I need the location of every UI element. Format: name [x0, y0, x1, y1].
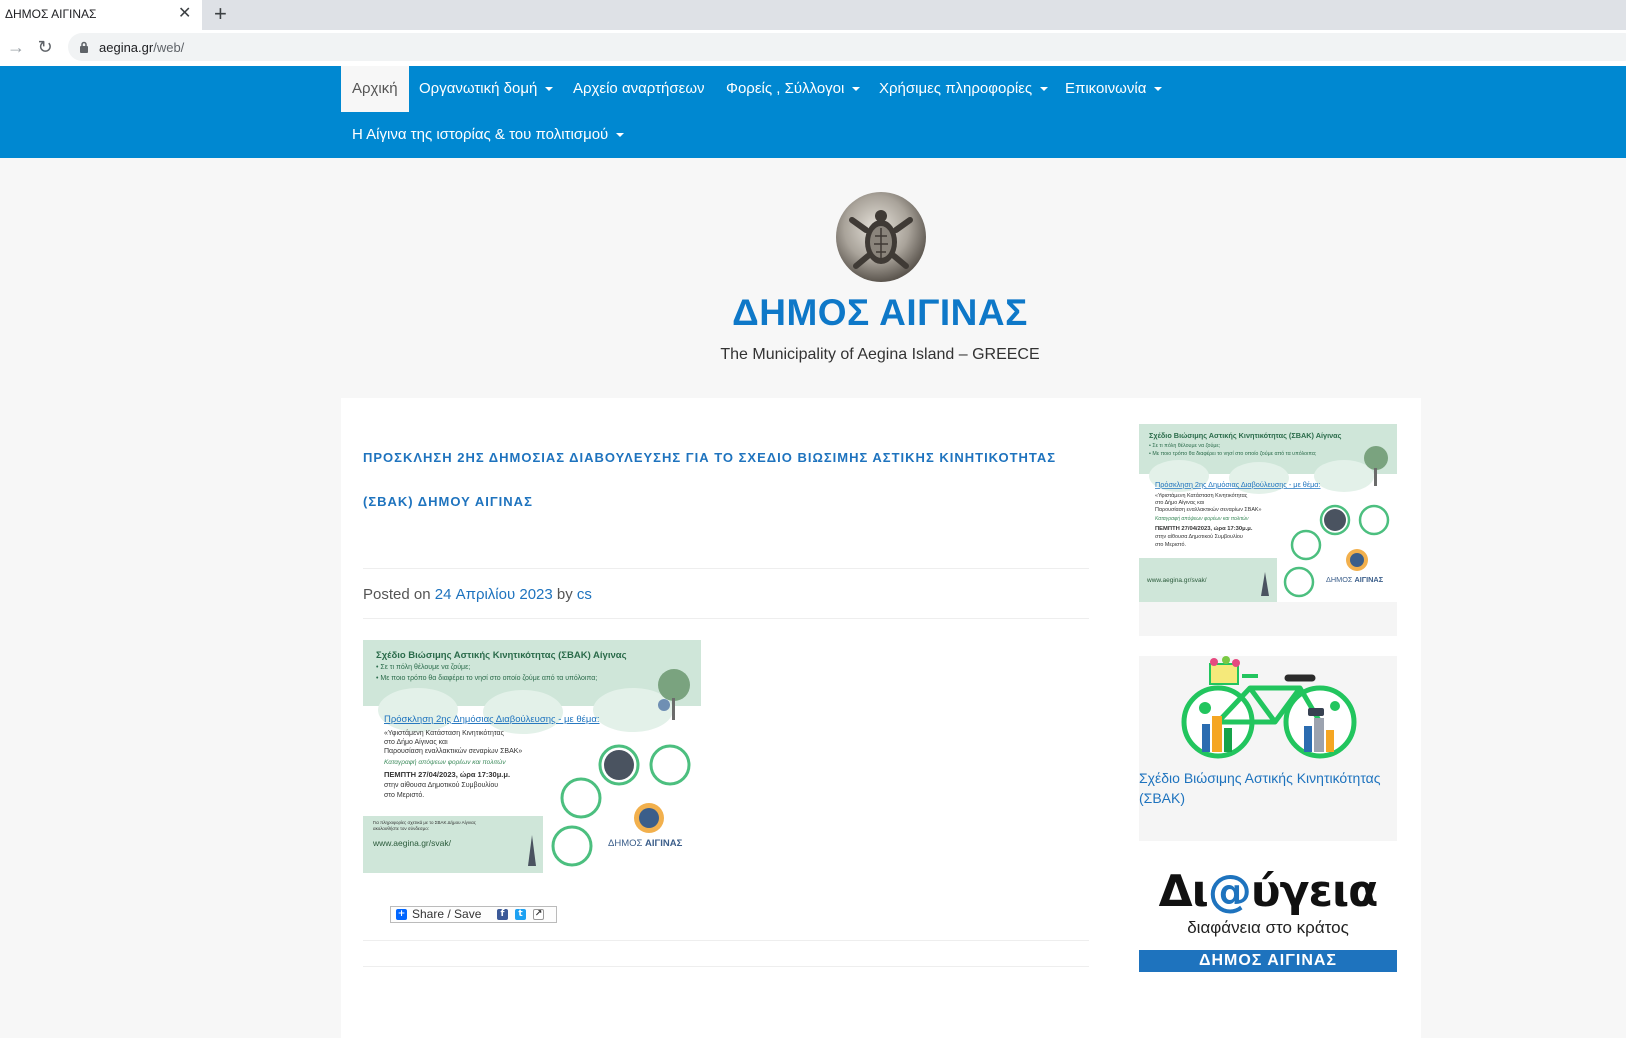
post-title[interactable]: ΠΡΟΣΚΛΗΣΗ 2ης ΔΗΜΟΣΙΑΣ ΔΙΑΒΟΥΛΕΥΣΗΣ ΓΙΑ …	[363, 436, 1103, 524]
post-meta: Posted on 24 Απριλίου 2023 by cs	[363, 586, 592, 603]
nav-item-label: Φορείς , Σύλλογοι	[726, 80, 845, 97]
url-path: /web/	[153, 40, 185, 55]
poster-line: στο Μεριστό.	[384, 791, 424, 799]
poster-bullet: • Σε τι πόλη θέλουμε να ζούμε;	[376, 663, 470, 671]
tab-title: ΔΗΜΟΣ ΑΙΓΙΝΑΣ	[5, 7, 97, 21]
sidebar-poster-brand: ΔΗΜΟΣ ΑΙΓΙΝΑΣ	[1326, 575, 1384, 584]
diavgeia-logo-at: @	[1207, 866, 1252, 917]
post-poster-image[interactable]: Σχέδιο Βιώσιμης Αστικής Κινητικότητας (Σ…	[363, 640, 701, 873]
share-plus-icon: +	[396, 909, 407, 920]
sidebar-poster-line: Καταγραφή απόψεων φορέων και πολιτών	[1155, 515, 1249, 522]
caret-down-icon	[616, 133, 625, 138]
sidebar-poster-image[interactable]: Σχέδιο Βιώσιμης Αστικής Κινητικότητας (Σ…	[1139, 424, 1397, 602]
nav-item-archive[interactable]: Αρχείο αναρτήσεων	[562, 66, 716, 112]
caret-down-icon	[545, 87, 554, 92]
address-bar[interactable]: aegina.gr/web/	[68, 33, 1626, 61]
forward-arrow-icon[interactable]: →	[6, 36, 26, 58]
post-date-link[interactable]: 24 Απριλίου 2023	[435, 586, 553, 603]
site-logo-turtle-coin[interactable]	[834, 190, 928, 284]
new-tab-icon[interactable]: +	[214, 2, 227, 26]
site-title[interactable]: ΔΗΜΟΣ ΑΙΓΙΝΑΣ	[680, 292, 1080, 334]
facebook-icon[interactable]: f	[497, 909, 508, 920]
browser-tabbar: ΔΗΜΟΣ ΑΙΓΙΝΑΣ ✕ +	[0, 0, 1626, 30]
diavgeia-subtitle: διαφάνεια στο κράτος	[1187, 918, 1349, 937]
poster-heading: Σχέδιο Βιώσιμης Αστικής Κινητικότητας (Σ…	[376, 650, 627, 661]
poster-brand: ΔΗΜΟΣ ΑΙΓΙΝΑΣ	[608, 838, 683, 849]
share-label: Share / Save	[412, 907, 482, 921]
sidebar-poster-heading: Σχέδιο Βιώσιμης Αστικής Κινητικότητας (Σ…	[1149, 431, 1342, 440]
caret-down-icon	[852, 87, 861, 92]
poster-line: «Υφιστάμενη Κατάσταση Κινητικότητας	[384, 729, 505, 737]
nav-item-organizations[interactable]: Φορείς , Σύλλογοι	[715, 66, 871, 112]
reload-icon[interactable]: ↻	[35, 36, 55, 58]
nav-item-label: Επικοινωνία	[1065, 80, 1147, 97]
poster-line: στο Δήμο Αίγινας και	[384, 738, 448, 746]
nav-item-history-culture[interactable]: Η Αίγινα της ιστορίας & του πολιτισμού	[341, 112, 635, 158]
sidebar-poster-line: στο Μεριστό.	[1155, 541, 1186, 548]
nav-item-home[interactable]: Αρχική	[341, 66, 409, 112]
poster-line: Παρουσίαση εναλλακτικών σεναρίων ΣΒΑΚ»	[384, 747, 522, 755]
share-save-button[interactable]: + Share / Save f t ↗	[390, 906, 557, 923]
sidebar-poster-invite: Πρόσκληση 2ης Δημόσιας Διαβούλευσης - με…	[1155, 480, 1321, 489]
poster-line: στην αίθουσα Δημοτικού Συμβουλίου	[384, 781, 498, 789]
post-author-link[interactable]: cs	[577, 586, 592, 603]
site-navigation: Αρχική Οργανωτική δομή Αρχείο αναρτήσεων…	[0, 66, 1626, 158]
nav-item-label: Οργανωτική δομή	[419, 80, 538, 97]
close-icon[interactable]: ✕	[178, 4, 191, 24]
poster-bullet: • Με ποιο τρόπο θα διαφέρει το νησί στο …	[376, 674, 597, 682]
diavgeia-logo-part: ύγεια	[1250, 866, 1379, 917]
by-label: by	[556, 586, 573, 603]
sidebar-poster-bullet: • Με ποιο τρόπο θα διαφέρει το νησί στο …	[1149, 450, 1316, 457]
divider	[363, 966, 1089, 967]
sidebar-poster-line: Παρουσίαση εναλλακτικών σεναρίων ΣΒΑΚ»	[1155, 507, 1262, 513]
poster-link: www.aegina.gr/svak/	[372, 838, 452, 848]
svak-bicycle-image[interactable]	[1180, 656, 1360, 762]
nav-item-contact[interactable]: Επικοινωνία	[1054, 66, 1173, 112]
diavgeia-logo-part: Δι	[1158, 866, 1209, 917]
sidebar-poster-line: «Υφιστάμενη Κατάσταση Κινητικότητας	[1155, 492, 1248, 499]
url-domain: aegina.gr	[99, 40, 154, 55]
browser-tab[interactable]: ΔΗΜΟΣ ΑΙΓΙΝΑΣ ✕	[0, 0, 202, 30]
divider	[363, 940, 1089, 941]
diavgeia-banner[interactable]: Δι@ύγεια διαφάνεια στο κράτος ΔΗΜΟΣ ΑΙΓΙ…	[1139, 862, 1397, 972]
sidebar-poster-line: στο Δήμο Αίγινας και	[1155, 499, 1205, 506]
caret-down-icon	[1154, 87, 1163, 92]
poster-line: ΠΕΜΠΤΗ 27/04/2023, ώρα 17:30μ.μ.	[384, 770, 510, 779]
url-text: aegina.gr/web/	[99, 40, 184, 55]
lock-icon	[80, 41, 88, 53]
browser-toolbar: → ↻ aegina.gr/web/	[0, 30, 1626, 67]
diavgeia-logo: Δι@ύγεια	[1139, 866, 1397, 917]
poster-info: Για πληροφορίες σχετικά με το ΣΒΑΚ Δήμου…	[373, 819, 477, 825]
divider	[363, 568, 1089, 569]
divider	[363, 618, 1089, 619]
sidebar-poster-link: www.aegina.gr/svak/	[1146, 577, 1207, 584]
nav-item-useful-info[interactable]: Χρήσιμες πληροφορίες	[868, 66, 1059, 112]
svak-link[interactable]: Σχέδιο Βιώσιμης Αστικής Κινητικότητας (Σ…	[1139, 768, 1397, 808]
caret-down-icon	[1040, 87, 1049, 92]
sidebar-poster-line: ΠΕΜΠΤΗ 27/04/2023, ώρα 17:30μ.μ.	[1155, 526, 1253, 532]
diavgeia-municipality-band: ΔΗΜΟΣ ΑΙΓΙΝΑΣ	[1139, 950, 1397, 972]
nav-item-label: Η Αίγινα της ιστορίας & του πολιτισμού	[352, 126, 609, 143]
twitter-icon[interactable]: t	[515, 909, 526, 920]
posted-on-label: Posted on	[363, 586, 431, 603]
sidebar-poster-bullet: • Σε τι πόλη θέλουμε να ζούμε;	[1149, 442, 1220, 449]
site-tagline: The Municipality of Aegina Island – GREE…	[720, 346, 1040, 363]
nav-item-label: Αρχείο αναρτήσεων	[573, 80, 705, 97]
nav-item-label: Αρχική	[352, 80, 398, 97]
nav-item-label: Χρήσιμες πληροφορίες	[879, 80, 1033, 97]
poster-line: Καταγραφή απόψεων φορέων και πολιτών	[384, 758, 506, 766]
nav-item-organization[interactable]: Οργανωτική δομή	[408, 66, 564, 112]
poster-info: ακολουθήστε τον σύνδεσμο:	[373, 825, 429, 831]
poster-invite: Πρόσκληση 2ης Δημόσιας Διαβούλευσης - με…	[384, 714, 600, 725]
share-arrow-icon[interactable]: ↗	[533, 909, 544, 920]
sidebar-poster-line: στην αίθουσα Δημοτικού Συμβουλίου	[1155, 534, 1243, 540]
